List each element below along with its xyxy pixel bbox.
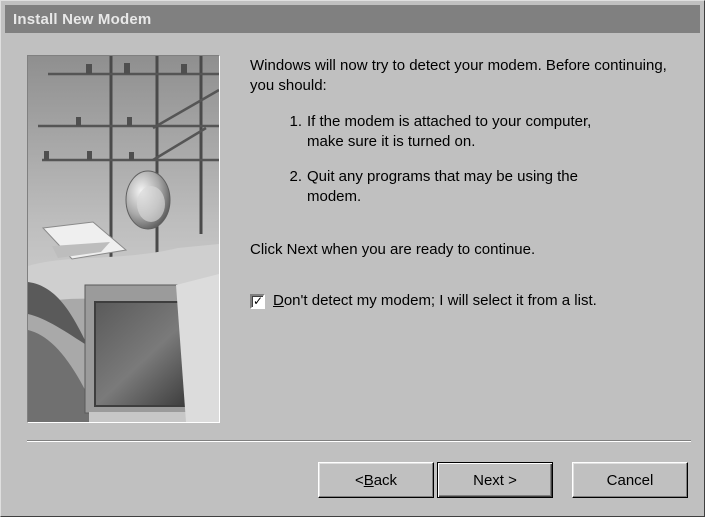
cancel-button[interactable]: Cancel <box>572 462 688 498</box>
modem-wizard-illustration <box>27 55 220 423</box>
install-new-modem-dialog: Install New Modem Windows will now try t… <box>0 0 705 517</box>
back-button[interactable]: < Back <box>318 462 434 498</box>
dont-detect-modem-checkbox-row[interactable]: ✓ Don't detect my modem; I will select i… <box>250 291 597 311</box>
window-title: Install New Modem <box>13 10 152 28</box>
checkbox-label-mnemonic: D <box>273 292 284 309</box>
back-button-prefix: < <box>354 471 364 489</box>
titlebar[interactable]: Install New Modem <box>5 5 700 33</box>
step-item: 1. If the modem is attached to your comp… <box>250 112 670 152</box>
continue-instruction: Click Next when you are ready to continu… <box>250 241 536 258</box>
instructions: Windows will now try to detect your mode… <box>250 56 670 222</box>
step-number: 2. <box>289 168 302 185</box>
step-number: 1. <box>289 113 302 130</box>
checkbox-label: Don't detect my modem; I will select it … <box>273 291 597 311</box>
checkmark-icon: ✓ <box>253 293 264 308</box>
back-button-mnemonic: B <box>363 471 374 489</box>
button-separator <box>27 440 691 442</box>
intro-text: Windows will now try to detect your mode… <box>250 57 667 94</box>
next-button[interactable]: Next > <box>437 462 553 498</box>
step-text: If the modem is attached to your compute… <box>307 113 592 150</box>
wizard-illustration-art <box>28 56 219 422</box>
dont-detect-modem-checkbox[interactable]: ✓ <box>250 293 265 309</box>
step-item: 2. Quit any programs that may be using t… <box>250 167 670 207</box>
checkbox-label-rest: on't detect my modem; I will select it f… <box>283 292 597 309</box>
step-text: Quit any programs that may be using the … <box>307 168 578 205</box>
steps-list: 1. If the modem is attached to your comp… <box>250 112 670 207</box>
back-button-rest: ack <box>373 471 398 489</box>
